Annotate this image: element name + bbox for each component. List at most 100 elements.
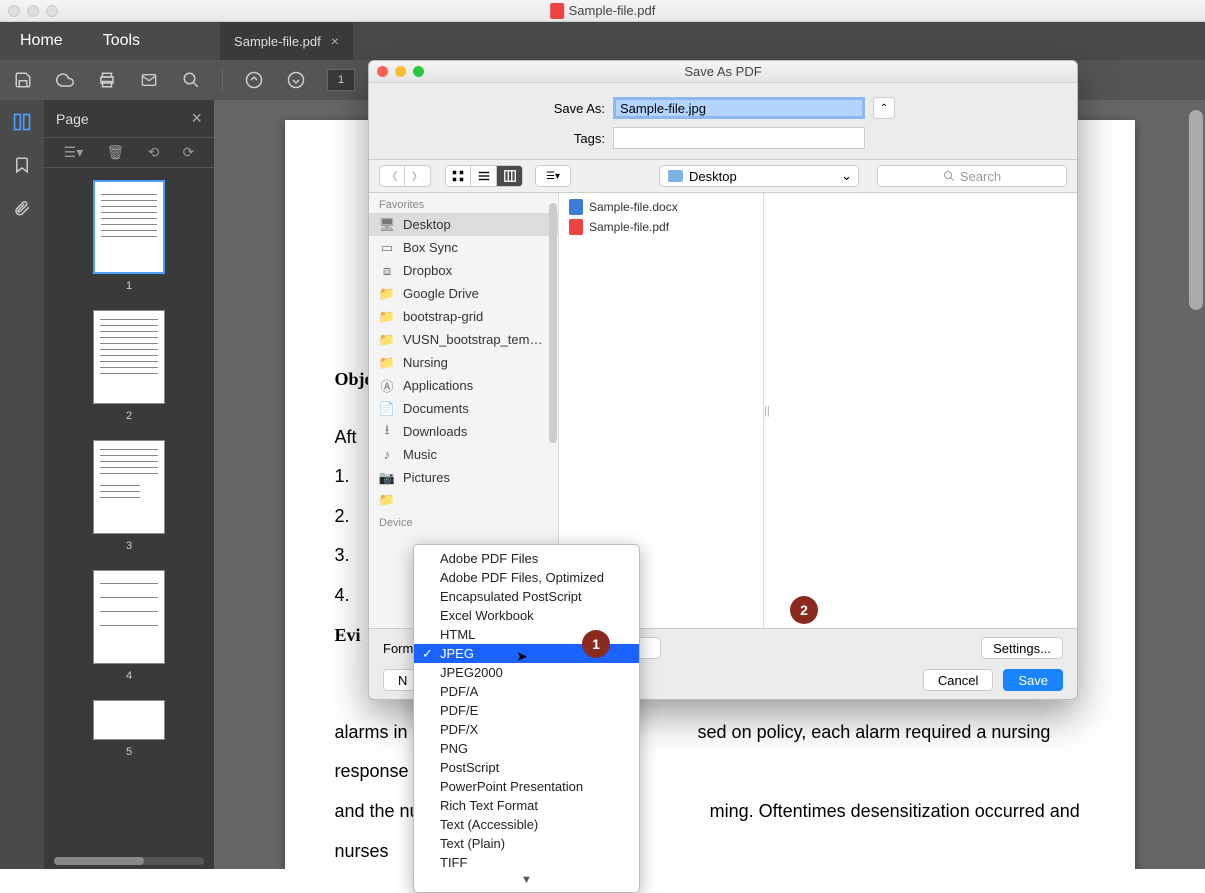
panel-trash-icon[interactable]: 🗑	[107, 144, 125, 161]
folder-icon: 📁	[379, 333, 395, 347]
sidebar-item-more[interactable]: 📁	[369, 489, 558, 511]
attachment-icon[interactable]	[13, 198, 31, 223]
file-item-docx[interactable]: Sample-file.docx	[559, 197, 763, 217]
sidebar-item-googledrive[interactable]: 📁Google Drive	[369, 282, 558, 305]
file-item-pdf[interactable]: Sample-file.pdf	[559, 217, 763, 237]
expand-button[interactable]: ⌃	[873, 97, 895, 119]
page-up-icon[interactable]	[243, 69, 265, 91]
save-icon[interactable]	[12, 69, 34, 91]
doc-text: alarms in	[335, 722, 408, 742]
document-tab[interactable]: Sample-file.pdf ×	[220, 22, 353, 60]
thumbnail-1[interactable]: 1	[93, 180, 165, 292]
format-option[interactable]: Rich Text Format	[414, 796, 639, 815]
sidebar-item-downloads[interactable]: ⭳Downloads	[369, 420, 558, 443]
sidebar-item-music[interactable]: ♪Music	[369, 443, 558, 466]
page-number-input[interactable]: 1	[327, 69, 355, 91]
group-button[interactable]: ☰▾	[535, 165, 571, 187]
folder-icon: 📁	[379, 493, 395, 507]
panel-close-icon[interactable]: ×	[191, 108, 202, 129]
vertical-scrollbar[interactable]	[1189, 110, 1203, 310]
dialog-traffic-lights[interactable]	[377, 66, 424, 77]
format-option[interactable]: PDF/E	[414, 701, 639, 720]
thumbnails-icon[interactable]	[12, 112, 32, 137]
thumb-number: 3	[126, 540, 132, 552]
sidebar-item-label: Downloads	[403, 424, 467, 439]
annotation-badge-2: 2	[790, 596, 818, 624]
thumbnail-4[interactable]: 4	[93, 570, 165, 682]
thumbnail-5[interactable]: 5	[93, 700, 165, 758]
format-option[interactable]: JPEG2000	[414, 663, 639, 682]
panel-title: Page	[56, 111, 89, 127]
format-option[interactable]: PNG	[414, 739, 639, 758]
format-option[interactable]: TIFF	[414, 853, 639, 872]
sidebar-item-dropbox[interactable]: ⧈Dropbox	[369, 259, 558, 282]
thumb-number: 5	[126, 746, 132, 758]
sidebar-item-pictures[interactable]: 📷 Pictures	[369, 466, 558, 489]
cancel-button[interactable]: Cancel	[923, 669, 993, 691]
save-as-input[interactable]	[613, 97, 865, 119]
annotation-badge-1: 1	[582, 630, 610, 658]
format-option[interactable]: Excel Workbook	[414, 606, 639, 625]
format-option[interactable]: Adobe PDF Files, Optimized	[414, 568, 639, 587]
page-down-icon[interactable]	[285, 69, 307, 91]
column-handle[interactable]: ||	[764, 405, 770, 417]
thumbnails-list[interactable]: 1 2 3 4 5	[44, 168, 214, 853]
location-dropdown[interactable]: Desktop	[659, 165, 859, 187]
sidebar-item-label: Pictures	[403, 470, 450, 485]
format-option[interactable]: Text (Accessible)	[414, 815, 639, 834]
save-button[interactable]: Save	[1003, 669, 1063, 691]
format-more-icon[interactable]: ▼	[414, 872, 639, 888]
panel-rotate-right-icon[interactable]: ⟳	[183, 144, 195, 161]
bookmark-icon[interactable]	[13, 155, 31, 180]
pictures-icon: 📷	[379, 471, 395, 485]
settings-button[interactable]: Settings...	[981, 637, 1063, 659]
back-button[interactable]: 〈	[379, 165, 405, 187]
search-icon[interactable]	[180, 69, 202, 91]
mail-icon[interactable]	[138, 69, 160, 91]
view-icon-button[interactable]	[445, 165, 471, 187]
panel-rotate-icon[interactable]: ⟲	[148, 144, 160, 161]
window-titlebar: Sample-file.pdf	[0, 0, 1205, 22]
thumbnail-3[interactable]: 3	[93, 440, 165, 552]
format-option[interactable]: PDF/A	[414, 682, 639, 701]
nav-buttons: 〈 〉	[379, 165, 431, 187]
close-tab-icon[interactable]: ×	[331, 33, 339, 49]
sidebar-scrollbar[interactable]	[549, 203, 557, 443]
cloud-icon[interactable]	[54, 69, 76, 91]
sidebar-item-desktop[interactable]: 🖥Desktop	[369, 213, 558, 236]
tags-input[interactable]	[613, 127, 865, 149]
left-rail	[0, 100, 44, 869]
pdf-icon	[569, 219, 583, 235]
tab-tools[interactable]: Tools	[83, 22, 160, 60]
print-icon[interactable]	[96, 69, 118, 91]
sidebar-item-bootstrap[interactable]: 📁bootstrap-grid	[369, 305, 558, 328]
format-option[interactable]: PowerPoint Presentation	[414, 777, 639, 796]
pdf-icon	[550, 3, 564, 19]
sidebar-item-boxsync[interactable]: ▭Box Sync	[369, 236, 558, 259]
format-option[interactable]: PDF/X	[414, 720, 639, 739]
document-tab-label: Sample-file.pdf	[234, 34, 321, 49]
panel-horizontal-scrollbar[interactable]	[54, 857, 204, 865]
format-option[interactable]: PostScript	[414, 758, 639, 777]
folder-icon: 📁	[379, 310, 395, 324]
file-name: Sample-file.pdf	[589, 220, 669, 234]
format-option[interactable]: Adobe PDF Files	[414, 549, 639, 568]
window-title-text: Sample-file.pdf	[569, 3, 656, 18]
forward-button[interactable]: 〉	[405, 165, 431, 187]
sidebar-item-documents[interactable]: 📄Documents	[369, 397, 558, 420]
panel-options-icon[interactable]: ☰▾	[64, 144, 84, 161]
search-field[interactable]: Search	[877, 165, 1067, 187]
sidebar-item-applications[interactable]: ⒶApplications	[369, 374, 558, 397]
view-columns-button[interactable]	[497, 165, 523, 187]
format-option[interactable]: Encapsulated PostScript	[414, 587, 639, 606]
sidebar-item-label: Dropbox	[403, 263, 452, 278]
tab-home[interactable]: Home	[0, 22, 83, 60]
format-popup[interactable]: Adobe PDF Files Adobe PDF Files, Optimiz…	[413, 544, 640, 893]
format-option[interactable]: Text (Plain)	[414, 834, 639, 853]
sidebar-item-vusn[interactable]: 📁VUSN_bootstrap_tem…	[369, 328, 558, 351]
dialog-title: Save As PDF	[684, 64, 761, 79]
folder-icon: 📁	[379, 356, 395, 370]
view-list-button[interactable]	[471, 165, 497, 187]
thumbnail-2[interactable]: 2	[93, 310, 165, 422]
sidebar-item-nursing[interactable]: 📁Nursing	[369, 351, 558, 374]
